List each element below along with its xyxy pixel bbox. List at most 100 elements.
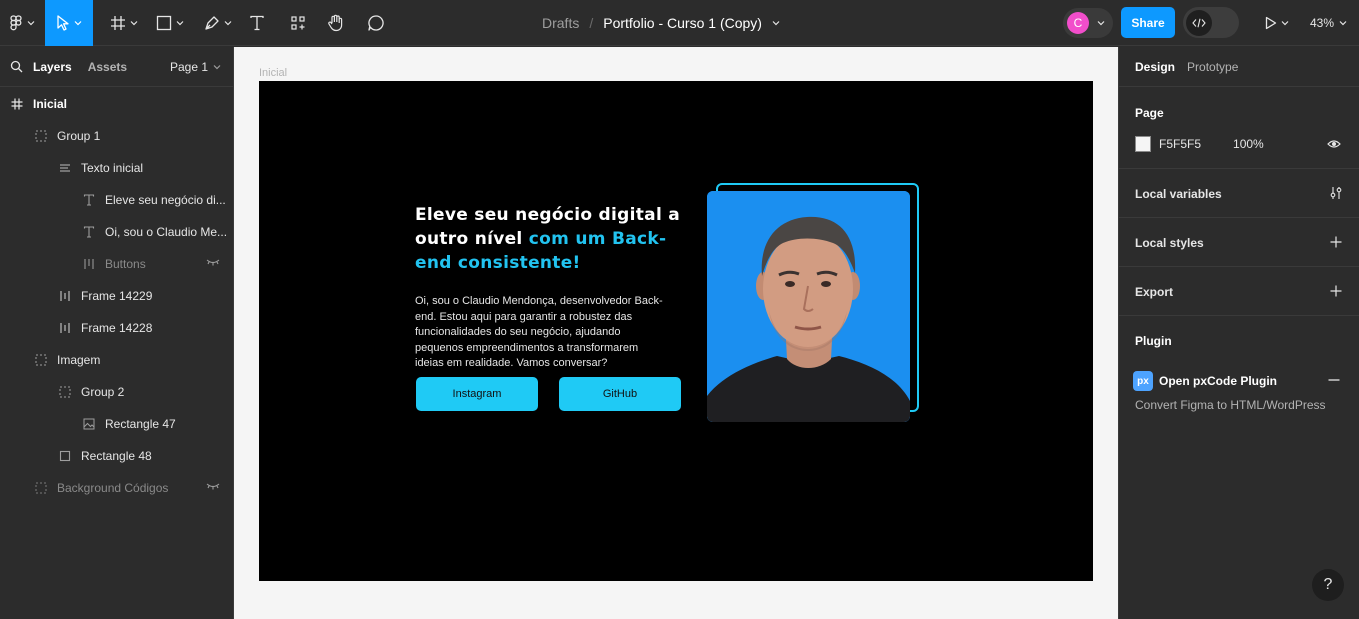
pen-tool-button[interactable] xyxy=(198,0,238,46)
cursor-icon xyxy=(57,15,69,31)
text-icon xyxy=(81,192,97,208)
shape-tool-button[interactable] xyxy=(150,0,190,46)
layer-row[interactable]: Buttons xyxy=(0,248,234,280)
eye-closed-icon[interactable] xyxy=(206,258,220,266)
breadcrumb-drafts[interactable]: Drafts xyxy=(542,15,579,31)
plugin-description: Convert Figma to HTML/WordPress xyxy=(1135,398,1326,412)
resources-tool-button[interactable] xyxy=(287,0,309,46)
export-section[interactable]: Export xyxy=(1119,267,1359,316)
person-portrait xyxy=(707,191,910,422)
layer-row[interactable]: Rectangle 48 xyxy=(0,440,234,472)
hand-tool-button[interactable] xyxy=(325,0,347,46)
eye-icon[interactable] xyxy=(1327,139,1341,149)
search-icon[interactable] xyxy=(10,60,23,73)
profile-photo[interactable] xyxy=(707,191,910,422)
eye-closed-icon[interactable] xyxy=(206,482,220,490)
components-icon xyxy=(291,16,305,30)
avatar: C xyxy=(1067,12,1089,34)
layer-label: Frame 14229 xyxy=(81,289,153,303)
minus-icon[interactable] xyxy=(1328,379,1340,381)
local-styles-section[interactable]: Local styles xyxy=(1119,218,1359,267)
text-icon xyxy=(250,15,264,31)
chevron-down-icon xyxy=(213,65,221,70)
rectangle-icon xyxy=(156,15,172,31)
left-panel-tabs: Layers Assets Page 1 xyxy=(0,47,233,87)
tab-design[interactable]: Design xyxy=(1135,60,1175,74)
frame-inicial[interactable]: Eleve seu negócio digital a outro nível … xyxy=(259,81,1093,581)
group-icon xyxy=(57,384,73,400)
present-button[interactable] xyxy=(1260,0,1294,46)
right-panel-tabs: Design Prototype xyxy=(1119,47,1359,87)
hero-description[interactable]: Oi, sou o Claudio Mendonça, desenvolvedo… xyxy=(415,294,665,372)
hand-icon xyxy=(328,14,343,32)
move-tool-button[interactable] xyxy=(45,0,93,46)
pxcode-logo-icon: px xyxy=(1133,371,1153,391)
help-button[interactable]: ? xyxy=(1312,569,1344,601)
local-variables-section[interactable]: Local variables xyxy=(1119,169,1359,218)
page-color-row[interactable]: F5F5F5 100% xyxy=(1135,136,1264,152)
chevron-down-icon xyxy=(130,21,138,26)
share-button[interactable]: Share xyxy=(1121,7,1175,38)
play-icon xyxy=(1265,16,1277,30)
chevron-down-icon xyxy=(74,21,82,26)
layer-row[interactable]: Background Códigos xyxy=(0,472,234,504)
auto-layout-horizontal-icon xyxy=(57,288,73,304)
chevron-down-icon xyxy=(1339,21,1347,26)
local-variables-label: Local variables xyxy=(1135,187,1222,201)
auto-layout-horizontal-icon xyxy=(81,256,97,272)
dev-mode-toggle[interactable] xyxy=(1183,7,1239,38)
instagram-button[interactable]: Instagram xyxy=(416,377,538,411)
canvas-horizontal-scrollbar[interactable] xyxy=(234,615,1118,619)
page-color-swatch[interactable] xyxy=(1135,136,1151,152)
auto-layout-horizontal-icon xyxy=(57,320,73,336)
breadcrumb-separator: / xyxy=(589,15,594,31)
plus-icon[interactable] xyxy=(1330,236,1342,248)
page-section: Page xyxy=(1119,88,1359,169)
github-button[interactable]: GitHub xyxy=(559,377,681,411)
page-opacity[interactable]: 100% xyxy=(1233,137,1264,151)
layer-row[interactable]: Texto inicial xyxy=(0,152,234,184)
layer-row[interactable]: Group 2 xyxy=(0,376,234,408)
chevron-down-icon xyxy=(176,21,184,26)
page-selector[interactable]: Page 1 xyxy=(170,60,221,74)
layer-row[interactable]: Imagem xyxy=(0,344,234,376)
layer-row[interactable]: Frame 14228 xyxy=(0,312,234,344)
layer-row[interactable]: Frame 14229 xyxy=(0,280,234,312)
zoom-menu[interactable]: 43% xyxy=(1310,0,1347,46)
text-icon xyxy=(81,224,97,240)
tab-prototype[interactable]: Prototype xyxy=(1187,60,1238,74)
page-color-hex[interactable]: F5F5F5 xyxy=(1159,137,1201,151)
layer-label: Rectangle 47 xyxy=(105,417,176,431)
layer-row[interactable]: Eleve seu negócio di... xyxy=(0,184,234,216)
layer-row[interactable]: Group 1 xyxy=(0,120,234,152)
layer-label: Oi, sou o Claudio Me... xyxy=(105,225,228,239)
text-tool-button[interactable] xyxy=(246,0,268,46)
chevron-down-icon xyxy=(1097,21,1105,26)
frame-tool-button[interactable] xyxy=(104,0,144,46)
tab-assets[interactable]: Assets xyxy=(88,60,127,74)
comment-icon xyxy=(368,15,384,31)
frame-hash-icon xyxy=(9,96,25,112)
rectangle-icon xyxy=(57,448,73,464)
layer-row[interactable]: Rectangle 47 xyxy=(0,408,234,440)
tab-layers[interactable]: Layers xyxy=(33,60,72,74)
plus-icon[interactable] xyxy=(1330,285,1342,297)
chevron-down-icon[interactable] xyxy=(772,20,780,26)
top-toolbar: Drafts / Portfolio - Curso 1 (Copy) C Sh… xyxy=(0,0,1359,46)
group-icon xyxy=(33,128,49,144)
comment-tool-button[interactable] xyxy=(365,0,387,46)
chevron-down-icon xyxy=(1281,21,1289,26)
sliders-icon[interactable] xyxy=(1330,186,1342,200)
frame-label[interactable]: Inicial xyxy=(259,67,287,79)
code-icon xyxy=(1192,18,1206,27)
design-canvas[interactable]: Inicial Eleve seu negócio digital a outr… xyxy=(234,47,1118,619)
hero-title[interactable]: Eleve seu negócio digital a outro nível … xyxy=(415,203,695,275)
main-menu-button[interactable] xyxy=(0,0,44,46)
file-name[interactable]: Portfolio - Curso 1 (Copy) xyxy=(603,15,762,31)
layer-row[interactable]: Oi, sou o Claudio Me... xyxy=(0,216,234,248)
plugin-item[interactable]: px Open pxCode Plugin xyxy=(1133,371,1277,391)
multiplayer-avatars[interactable]: C xyxy=(1063,8,1113,38)
layer-label: Group 2 xyxy=(81,385,125,399)
layer-row[interactable]: Inicial xyxy=(0,88,234,120)
group-icon xyxy=(33,352,49,368)
